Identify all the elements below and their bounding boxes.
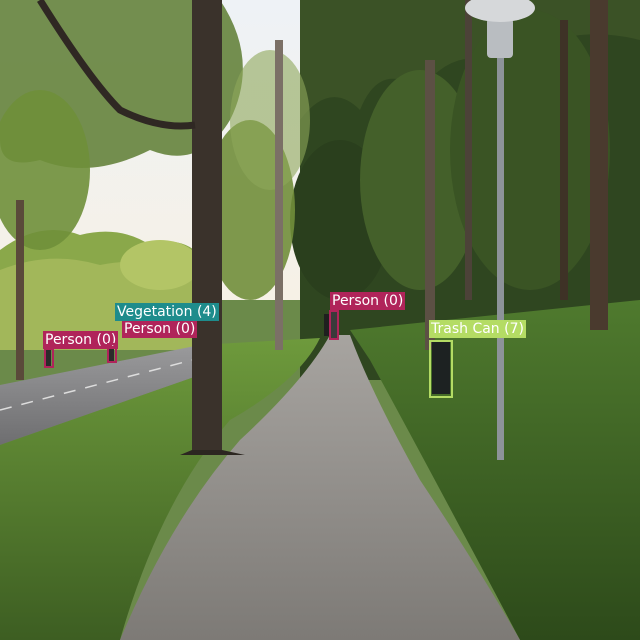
park-path-scene [0,0,640,640]
main-tree-trunk [192,0,222,450]
vegetation-label: Vegetation (4) [115,303,219,321]
lamp-post [497,30,504,460]
trash-can-label: Trash Can (7) [429,320,526,338]
person-box-1 [44,348,54,368]
person-box-3 [329,310,339,340]
person-label-2: Person (0) [122,320,198,338]
person-label-3: Person (0) [330,292,406,310]
person-box-2 [107,343,117,363]
trash-can-box [429,340,453,398]
